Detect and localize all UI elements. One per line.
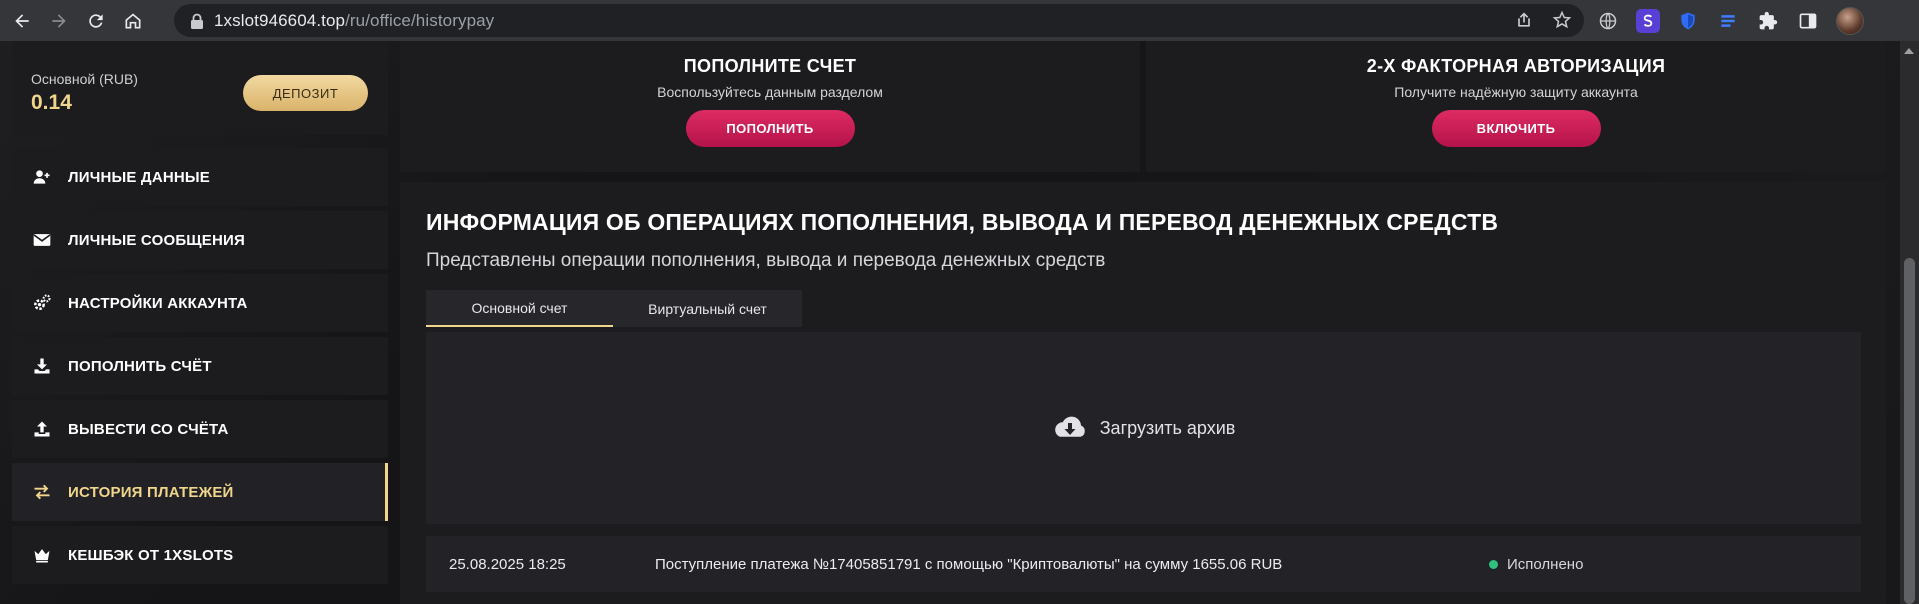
exchange-icon	[30, 480, 54, 504]
download-icon	[30, 354, 54, 378]
status-badge: Исполнено	[1489, 556, 1583, 573]
profile-avatar[interactable]	[1836, 7, 1864, 35]
operation-status: Исполнено	[1507, 555, 1584, 573]
download-archive-area[interactable]: Загрузить архив	[426, 332, 1861, 524]
account-tabs: Основной счет Виртуальный счет	[426, 290, 802, 327]
side-panel-icon	[1799, 13, 1817, 29]
upload-icon	[30, 417, 54, 441]
user-plus-icon	[30, 165, 54, 189]
table-row: 25.08.2025 18:25 Поступление платежа №17…	[426, 536, 1861, 592]
deposit-promo-card: ПОПОЛНИТЕ СЧЕТ Воспользуйтесь данным раз…	[400, 41, 1140, 172]
sidebar-item-messages[interactable]: ЛИЧНЫЕ СООБЩЕНИЯ	[12, 211, 388, 269]
extensions-button[interactable]	[1756, 9, 1780, 33]
sidebar-item-payment-history[interactable]: ИСТОРИЯ ПЛАТЕЖЕЙ	[12, 463, 388, 521]
promo-title: 2-Х ФАКТОРНАЯ АВТОРИЗАЦИЯ	[1366, 56, 1666, 76]
url-text: 1xslot946604.top/ru/office/historypay	[214, 10, 495, 30]
sidebar-item-label: ВЫВЕСТИ СО СЧЁТА	[68, 420, 229, 438]
download-archive-button[interactable]: Загрузить архив	[1052, 414, 1236, 442]
sidebar-item-label: ЛИЧНЫЕ СООБЩЕНИЯ	[68, 231, 245, 249]
puzzle-icon	[1759, 11, 1778, 30]
promo-title: ПОПОЛНИТЕ СЧЕТ	[683, 56, 857, 76]
sidebar-menu: ЛИЧНЫЕ ДАННЫЕ ЛИЧНЫЕ СООБЩЕНИЯ НАСТРОЙКИ…	[12, 148, 388, 589]
s-extension[interactable]	[1636, 9, 1660, 33]
promo-subtitle: Получите надёжную защиту аккаунта	[1394, 84, 1638, 100]
promo-subtitle: Воспользуйтесь данным разделом	[657, 84, 883, 100]
top-up-button[interactable]: ПОПОЛНИТЬ	[685, 110, 855, 147]
deposit-button[interactable]: ДЕПОЗИТ	[243, 75, 368, 111]
reload-icon	[89, 13, 103, 28]
balance-label: Основной (RUB)	[31, 71, 138, 87]
sidebar-item-withdraw[interactable]: ВЫВЕСТИ СО СЧЁТА	[12, 400, 388, 458]
arrow-right-icon	[52, 13, 66, 28]
page-content: Основной (RUB) 0.14 ДЕПОЗИТ ЛИЧНЫЕ ДАННЫ…	[0, 41, 1900, 604]
shield-extension[interactable]	[1676, 9, 1700, 33]
address-bar[interactable]: 1xslot946604.top/ru/office/historypay	[174, 4, 1584, 37]
home-icon	[125, 13, 141, 28]
arrow-left-icon	[15, 13, 29, 28]
sidebar-item-label: НАСТРОЙКИ АККАУНТА	[68, 294, 248, 312]
s-logo-icon	[1643, 14, 1653, 27]
gears-icon	[30, 291, 54, 315]
globe-extension[interactable]	[1596, 9, 1620, 33]
stack-logo-icon	[1721, 15, 1735, 27]
star-icon[interactable]	[1552, 10, 1572, 30]
b-extension[interactable]	[1716, 9, 1740, 33]
sidebar-item-cashback[interactable]: КЕШБЭК ОТ 1XSLOTS	[12, 526, 388, 584]
home-button[interactable]	[118, 6, 148, 36]
sidebar-item-personal-data[interactable]: ЛИЧНЫЕ ДАННЫЕ	[12, 148, 388, 206]
forward-button[interactable]	[44, 6, 74, 36]
sidebar-item-account-settings[interactable]: НАСТРОЙКИ АККАУНТА	[12, 274, 388, 332]
operations-panel: ИНФОРМАЦИЯ ОБ ОПЕРАЦИЯХ ПОПОЛНЕНИЯ, ВЫВО…	[400, 182, 1886, 604]
reload-button[interactable]	[81, 6, 111, 36]
sidebar-item-label: ПОПОЛНИТЬ СЧЁТ	[68, 357, 212, 375]
balance-value: 0.14	[31, 91, 72, 114]
shield-icon	[1681, 12, 1695, 30]
page-title: ИНФОРМАЦИЯ ОБ ОПЕРАЦИЯХ ПОПОЛНЕНИЯ, ВЫВО…	[426, 209, 1499, 235]
browser-toolbar: 1xslot946604.top/ru/office/historypay	[0, 0, 1919, 41]
status-dot-icon	[1489, 559, 1498, 569]
page-subtitle: Представлены операции пополнения, вывода…	[426, 250, 1106, 271]
two-factor-promo-card: 2-Х ФАКТОРНАЯ АВТОРИЗАЦИЯ Получите надёж…	[1146, 41, 1886, 172]
crown-icon	[30, 543, 54, 567]
sidebar-item-deposit[interactable]: ПОПОЛНИТЬ СЧЁТ	[12, 337, 388, 395]
tab-virtual-account[interactable]: Виртуальный счет	[613, 290, 802, 327]
envelope-icon	[30, 228, 54, 252]
balance-card: Основной (RUB) 0.14 ДЕПОЗИТ	[12, 41, 388, 135]
tab-main-account[interactable]: Основной счет	[426, 290, 613, 327]
share-icon[interactable]	[1514, 10, 1534, 30]
download-archive-label: Загрузить архив	[1099, 417, 1236, 438]
lock-icon	[191, 13, 203, 29]
scrollbar-thumb[interactable]	[1904, 258, 1915, 604]
cloud-download-icon	[1054, 416, 1085, 437]
enable-2fa-button[interactable]: ВКЛЮЧИТЬ	[1431, 110, 1601, 147]
scroll-up-icon[interactable]	[1904, 48, 1914, 54]
sidebar-item-label: ИСТОРИЯ ПЛАТЕЖЕЙ	[68, 483, 234, 501]
operation-description: Поступление платежа №17405851791 с помощ…	[655, 555, 1283, 573]
sidebar-item-label: КЕШБЭК ОТ 1XSLOTS	[68, 546, 234, 564]
side-panel-button[interactable]	[1796, 9, 1820, 33]
back-button[interactable]	[7, 6, 37, 36]
sidebar-item-label: ЛИЧНЫЕ ДАННЫЕ	[68, 168, 211, 186]
globe-icon	[1599, 12, 1617, 30]
operation-date: 25.08.2025 18:25	[449, 555, 566, 573]
